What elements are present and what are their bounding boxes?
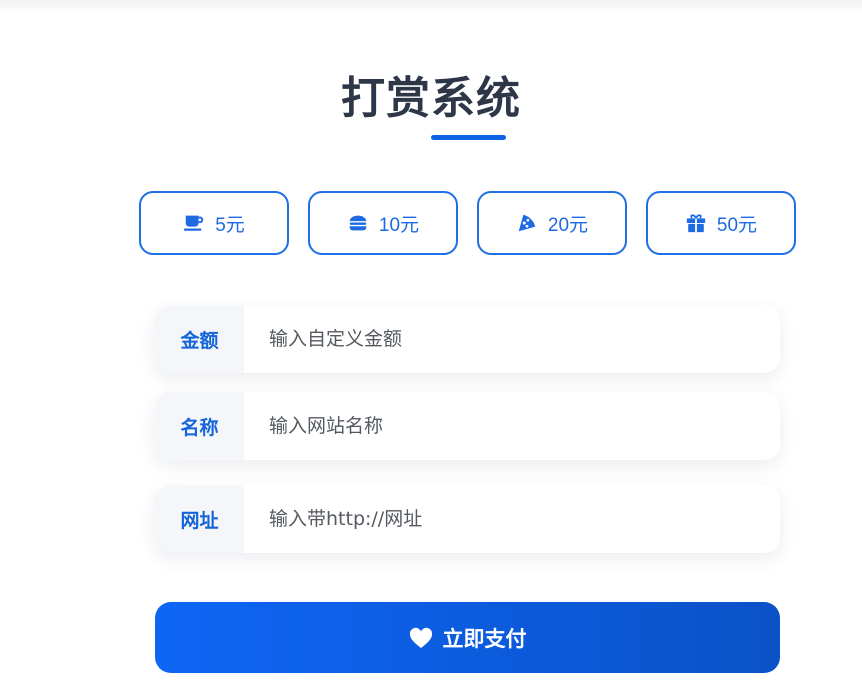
pay-now-label: 立即支付 [442, 626, 527, 651]
name-input[interactable] [244, 392, 780, 460]
pay-now-button[interactable]: 立即支付 [155, 602, 780, 673]
top-bar [0, 0, 862, 14]
url-field: 网址 [155, 485, 780, 553]
url-input[interactable] [244, 485, 780, 553]
name-field: 名称 [155, 392, 780, 460]
gift-icon [685, 212, 707, 234]
amount-button-5[interactable]: 5元 [139, 191, 289, 255]
amount-button-10[interactable]: 10元 [308, 191, 458, 255]
page-title: 打赏系统 [341, 73, 521, 124]
amount-label: 50元 [716, 214, 758, 236]
amount-button-20[interactable]: 20元 [477, 191, 627, 255]
burger-icon [347, 212, 369, 234]
amount-label: 5元 [215, 214, 245, 236]
amount-label: 20元 [547, 214, 589, 236]
heart-icon [409, 627, 433, 649]
amount-input[interactable] [244, 305, 780, 373]
url-field-label: 网址 [155, 485, 244, 553]
name-field-label: 名称 [155, 392, 244, 460]
title-underline [431, 135, 506, 140]
amount-field: 金额 [155, 305, 780, 373]
coffee-icon [183, 212, 205, 234]
amount-button-50[interactable]: 50元 [646, 191, 796, 255]
amount-field-label: 金额 [155, 305, 244, 373]
amount-label: 10元 [378, 214, 420, 236]
pizza-icon [516, 212, 538, 234]
